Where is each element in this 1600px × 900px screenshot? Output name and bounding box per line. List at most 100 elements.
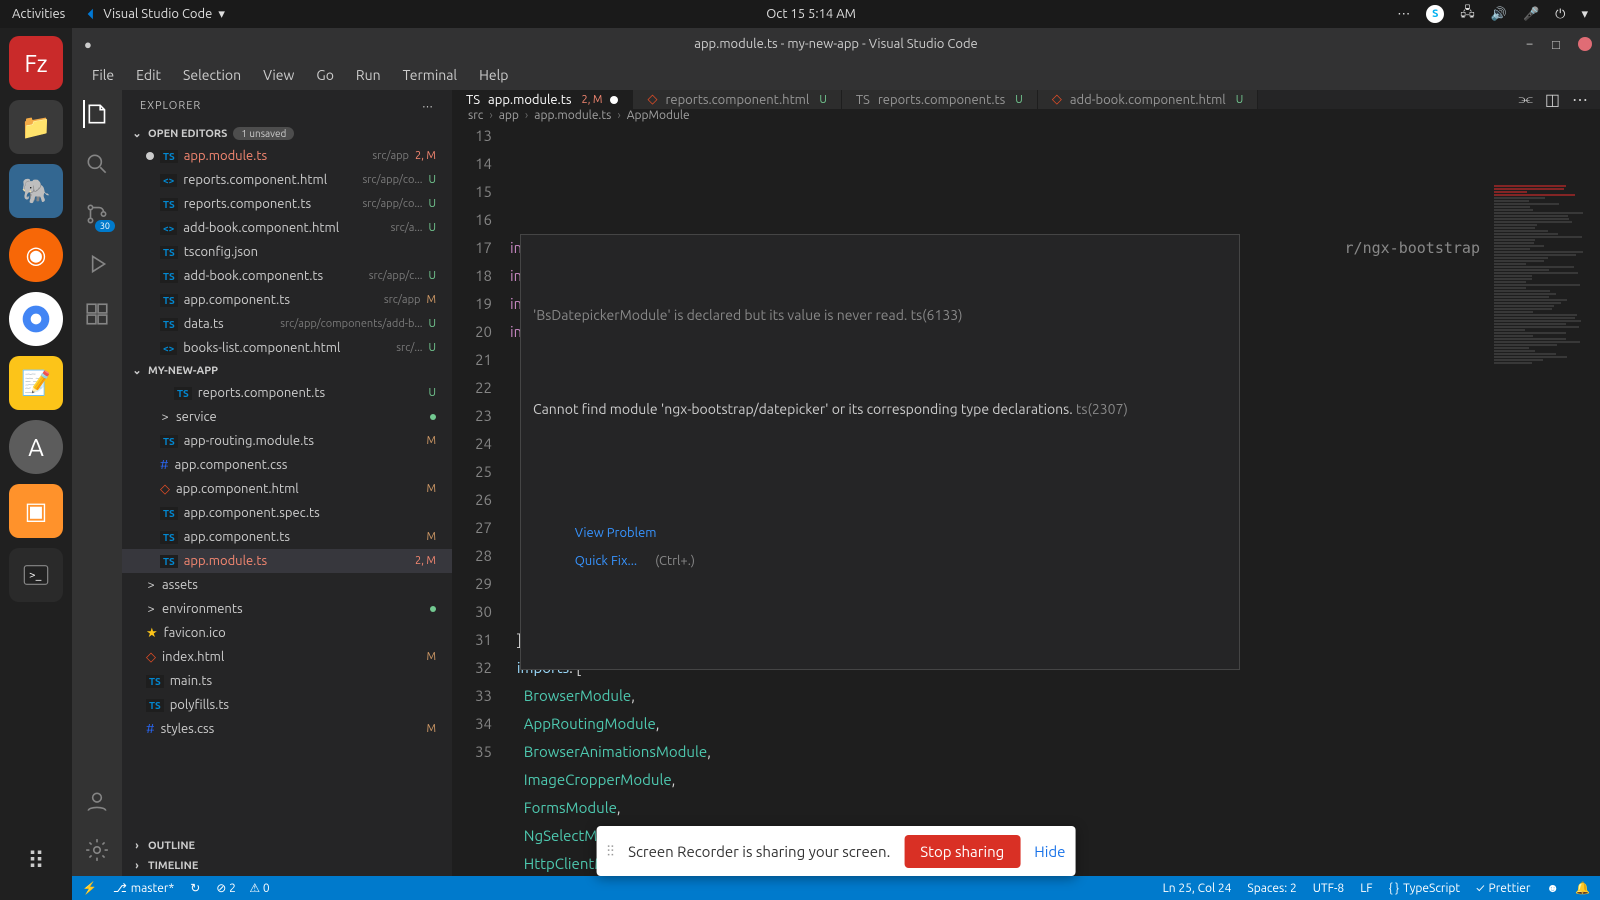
status-branch[interactable]: ⎇ master* xyxy=(113,881,174,895)
editor-tab[interactable]: ◇reports.component.htmlU xyxy=(633,90,841,109)
code-editor[interactable]: 1314151617181920212223242526272829303132… xyxy=(452,122,1600,876)
dock-notes[interactable]: 📝 xyxy=(9,356,63,410)
timeline-header[interactable]: ›TIMELINE xyxy=(122,856,452,876)
tree-item[interactable]: TSmain.ts xyxy=(122,669,452,693)
open-editors-header[interactable]: ⌄ OPEN EDITORS 1 unsaved xyxy=(122,123,452,144)
volume-icon[interactable]: 🔊 xyxy=(1491,7,1507,22)
outline-header[interactable]: ›OUTLINE xyxy=(122,836,452,856)
caret-down-icon[interactable]: ▾ xyxy=(1581,7,1588,22)
breadcrumb-segment[interactable]: app xyxy=(499,109,519,122)
menu-help[interactable]: Help xyxy=(469,63,518,87)
dock-chrome[interactable] xyxy=(9,292,63,346)
dock-terminal[interactable]: >_ xyxy=(9,548,63,602)
breadcrumb-segment[interactable]: app.module.ts xyxy=(534,109,611,122)
activity-settings[interactable] xyxy=(83,836,111,864)
status-sync[interactable]: ↻ xyxy=(190,881,200,895)
tree-item[interactable]: ◇index.htmlM xyxy=(122,645,452,669)
open-editor-item[interactable]: TSapp.module.tssrc/app2, M xyxy=(122,144,452,168)
activity-debug[interactable] xyxy=(83,250,111,278)
open-editor-item[interactable]: <>books-list.component.htmlsrc/...U xyxy=(122,336,452,360)
tree-item[interactable]: TSreports.component.tsU xyxy=(122,381,452,405)
tree-item[interactable]: TSpolyfills.ts xyxy=(122,693,452,717)
activity-extensions[interactable] xyxy=(83,300,111,328)
activities-button[interactable]: Activities xyxy=(12,7,65,21)
menu-view[interactable]: View xyxy=(253,63,304,87)
project-header[interactable]: ⌄ MY-NEW-APP xyxy=(122,360,452,381)
activity-search[interactable] xyxy=(83,150,111,178)
dock-postgres[interactable]: 🐘 xyxy=(9,164,63,218)
gnome-topbar: Activities Visual Studio Code ▾ Oct 15 5… xyxy=(0,0,1600,28)
dock-apps-grid[interactable]: ⠿ xyxy=(9,834,63,888)
tree-item[interactable]: TSapp.component.tsM xyxy=(122,525,452,549)
open-editor-item[interactable]: TStsconfig.json xyxy=(122,240,452,264)
tree-item[interactable]: #app.component.css xyxy=(122,453,452,477)
status-language[interactable]: { } TypeScript xyxy=(1389,881,1461,895)
mic-icon[interactable]: 🎤 xyxy=(1523,7,1539,22)
activity-explorer[interactable] xyxy=(83,100,111,128)
status-eol[interactable]: LF xyxy=(1360,881,1372,895)
open-editor-item[interactable]: TSadd-book.component.tssrc/app/c...U xyxy=(122,264,452,288)
tree-item[interactable]: >assets xyxy=(122,573,452,597)
activity-account[interactable] xyxy=(83,788,111,816)
clock[interactable]: Oct 15 5:14 AM xyxy=(225,7,1397,21)
open-editor-item[interactable]: TSapp.component.tssrc/appM xyxy=(122,288,452,312)
breadcrumb-segment[interactable]: src xyxy=(468,109,483,122)
tree-item[interactable]: TSapp-routing.module.tsM xyxy=(122,429,452,453)
close-button[interactable] xyxy=(1578,37,1592,51)
open-editor-item[interactable]: TSdata.tssrc/app/components/add-b...U xyxy=(122,312,452,336)
breadcrumb[interactable]: src›app›app.module.ts›AppModule xyxy=(452,109,1600,122)
menu-terminal[interactable]: Terminal xyxy=(393,63,468,87)
dock-filezilla[interactable]: Fz xyxy=(9,36,63,90)
stop-sharing-button[interactable]: Stop sharing xyxy=(904,835,1020,868)
view-problem-link[interactable]: View Problem xyxy=(575,526,657,540)
tree-item[interactable]: ★favicon.ico xyxy=(122,621,452,645)
dock-software[interactable]: A xyxy=(9,420,63,474)
power-icon[interactable]: ⏻ xyxy=(1555,7,1565,22)
status-problems[interactable]: ⊘ 2 ⚠ 0 xyxy=(216,881,269,895)
dock-sublime[interactable]: ▣ xyxy=(9,484,63,538)
menu-file[interactable]: File xyxy=(82,63,124,87)
open-editor-item[interactable]: <>add-book.component.htmlsrc/a...U xyxy=(122,216,452,240)
tree-item[interactable]: >environments xyxy=(122,597,452,621)
status-spaces[interactable]: Spaces: 2 xyxy=(1247,881,1296,895)
dock-postman[interactable]: ◉ xyxy=(9,228,63,282)
tree-item[interactable]: >service xyxy=(122,405,452,429)
editor-tab[interactable]: TSapp.module.ts2, M xyxy=(452,90,633,109)
menu-go[interactable]: Go xyxy=(306,63,343,87)
more-icon[interactable]: ⋯ xyxy=(1572,90,1588,109)
compare-icon[interactable]: ⫘ xyxy=(1518,90,1532,109)
activity-scm[interactable]: 30 xyxy=(83,200,111,228)
tree-item[interactable]: ◇app.component.htmlM xyxy=(122,477,452,501)
status-feedback-icon[interactable]: ☻ xyxy=(1546,881,1559,895)
split-icon[interactable]: ◫ xyxy=(1545,90,1560,109)
open-editor-item[interactable]: <>reports.component.htmlsrc/app/co...U xyxy=(122,168,452,192)
tray-menu-icon[interactable]: ⋯ xyxy=(1397,7,1410,22)
editor-tab[interactable]: ◇add-book.component.htmlU xyxy=(1038,90,1258,109)
status-position[interactable]: Ln 25, Col 24 xyxy=(1163,881,1232,895)
tree-item[interactable]: #styles.cssM xyxy=(122,717,452,741)
share-handle-icon[interactable]: ⫶⫶ xyxy=(607,842,615,860)
explorer-more-icon[interactable]: ⋯ xyxy=(422,100,434,113)
dock-files[interactable]: 📁 xyxy=(9,100,63,154)
network-icon[interactable]: 🖧 xyxy=(1460,3,1475,25)
open-editor-item[interactable]: TSreports.component.tssrc/app/co...U xyxy=(122,192,452,216)
hide-share-button[interactable]: Hide xyxy=(1034,843,1065,860)
app-menu[interactable]: Visual Studio Code ▾ xyxy=(83,7,225,22)
quick-fix-link[interactable]: Quick Fix... xyxy=(575,554,637,568)
menu-edit[interactable]: Edit xyxy=(126,63,171,87)
minimize-button[interactable]: − xyxy=(1526,37,1538,49)
editor-tab[interactable]: TSreports.component.tsU xyxy=(842,90,1038,109)
status-encoding[interactable]: UTF-8 xyxy=(1313,881,1344,895)
tray-skype-icon[interactable]: S xyxy=(1426,5,1444,23)
maximize-button[interactable]: □ xyxy=(1552,37,1564,49)
minimap[interactable] xyxy=(1490,184,1600,876)
menu-selection[interactable]: Selection xyxy=(173,63,251,87)
breadcrumb-segment[interactable]: AppModule xyxy=(627,109,690,122)
status-bar: ⚡ ⎇ master* ↻ ⊘ 2 ⚠ 0 Ln 25, Col 24 Spac… xyxy=(72,876,1600,900)
tree-item[interactable]: TSapp.component.spec.ts xyxy=(122,501,452,525)
status-bell-icon[interactable]: 🔔 xyxy=(1575,881,1590,895)
menu-run[interactable]: Run xyxy=(346,63,391,87)
status-remote-icon[interactable]: ⚡ xyxy=(82,881,97,895)
status-prettier[interactable]: ✓ Prettier xyxy=(1476,881,1530,895)
tree-item[interactable]: TSapp.module.ts2, M xyxy=(122,549,452,573)
